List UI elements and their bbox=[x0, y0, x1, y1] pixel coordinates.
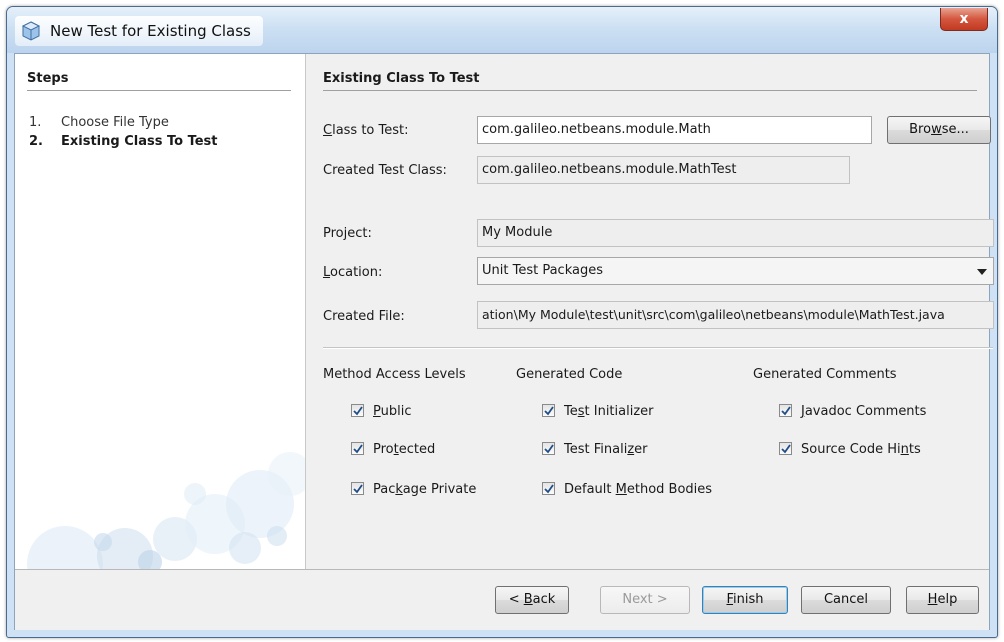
mnemonic: C bbox=[323, 123, 333, 138]
separator bbox=[323, 347, 993, 349]
finish-button[interactable]: Finish bbox=[702, 586, 788, 614]
mnemonic: n bbox=[900, 442, 909, 457]
checkbox-checked-icon[interactable] bbox=[351, 404, 364, 417]
section-header: Existing Class To Test bbox=[323, 71, 977, 91]
mnemonic: w bbox=[931, 122, 942, 137]
step-item-choose-file-type: 1. Choose File Type bbox=[29, 115, 169, 130]
title-bar[interactable]: New Test for Existing Class x bbox=[7, 7, 997, 53]
class-to-test-input[interactable]: com.galileo.netbeans.module.Math bbox=[477, 116, 872, 144]
source-code-hints-checkbox[interactable]: Source Code Hints bbox=[779, 442, 921, 457]
dialog-window: New Test for Existing Class x Steps 1. Ch… bbox=[6, 6, 998, 638]
location-label: Location: bbox=[323, 265, 382, 280]
browse-button[interactable]: Browse... bbox=[887, 116, 991, 144]
netbeans-cube-icon bbox=[21, 21, 41, 41]
checkbox-label: Pro bbox=[373, 442, 394, 457]
checkbox-checked-icon[interactable] bbox=[779, 404, 792, 417]
close-button[interactable]: x bbox=[940, 8, 988, 31]
javadoc-comments-checkbox[interactable]: Javadoc Comments bbox=[779, 404, 926, 419]
checkbox-checked-icon[interactable] bbox=[351, 442, 364, 455]
checkbox-checked-icon[interactable] bbox=[779, 442, 792, 455]
cancel-button[interactable]: Cancel bbox=[801, 586, 891, 614]
checkbox-checked-icon[interactable] bbox=[542, 442, 555, 455]
mnemonic: k bbox=[395, 482, 403, 497]
checkbox-label: t Initializer bbox=[584, 404, 654, 419]
created-test-class-field: com.galileo.netbeans.module.MathTest bbox=[477, 156, 850, 184]
checkbox-label: ethod Bodies bbox=[626, 482, 713, 497]
mnemonic: P bbox=[373, 404, 381, 419]
checkbox-checked-icon[interactable] bbox=[542, 404, 555, 417]
next-button[interactable]: Next > bbox=[600, 586, 690, 614]
checkbox-label: ublic bbox=[380, 404, 412, 419]
checkbox-checked-icon[interactable] bbox=[542, 482, 555, 495]
generated-code-title: Generated Code bbox=[516, 367, 623, 382]
step-number: 2. bbox=[29, 134, 43, 149]
mnemonic: s bbox=[577, 404, 585, 419]
checkbox-label: Test Finali bbox=[564, 442, 628, 457]
button-text: inish bbox=[733, 592, 764, 607]
back-button[interactable]: < Back bbox=[495, 586, 569, 614]
location-selected-value: Unit Test Packages bbox=[482, 263, 603, 278]
button-text: Bro bbox=[909, 122, 932, 137]
test-initializer-checkbox[interactable]: Test Initializer bbox=[542, 404, 654, 419]
mnemonic: B bbox=[523, 592, 533, 607]
public-checkbox[interactable]: Public bbox=[351, 404, 412, 419]
mnemonic: H bbox=[927, 592, 938, 607]
main-panel: Existing Class To Test Class to Test: co… bbox=[312, 54, 994, 569]
project-field: My Module bbox=[477, 219, 994, 247]
step-label: Choose File Type bbox=[61, 115, 169, 130]
window-title: New Test for Existing Class bbox=[50, 22, 251, 40]
dialog-body: Steps 1. Choose File Type 2. Existing Clas… bbox=[14, 53, 994, 630]
label-text: lass to Test: bbox=[332, 123, 409, 138]
checkbox-checked-icon[interactable] bbox=[351, 482, 364, 495]
steps-header: Steps bbox=[27, 71, 291, 91]
checkbox-label: Default bbox=[564, 482, 616, 497]
mnemonic: L bbox=[323, 265, 331, 280]
protected-checkbox[interactable]: Protected bbox=[351, 442, 435, 457]
step-item-existing-class: 2. Existing Class To Test bbox=[29, 134, 218, 149]
default-method-bodies-checkbox[interactable]: Default Method Bodies bbox=[542, 482, 712, 497]
steps-panel: Steps 1. Choose File Type 2. Existing Clas… bbox=[15, 54, 306, 569]
checkbox-label: ts bbox=[908, 442, 921, 457]
checkbox-label: avadoc Comments bbox=[804, 404, 927, 419]
button-text: elp bbox=[937, 592, 958, 607]
button-text: se... bbox=[941, 122, 969, 137]
decorative-bubbles bbox=[27, 452, 305, 569]
close-icon: x bbox=[959, 11, 969, 27]
checkbox-label: Pac bbox=[373, 482, 396, 497]
button-bar: < Back Next > Finish Cancel Help bbox=[15, 569, 989, 630]
help-button[interactable]: Help bbox=[906, 586, 979, 614]
project-label: Project: bbox=[323, 226, 372, 241]
package-private-checkbox[interactable]: Package Private bbox=[351, 482, 476, 497]
step-label: Existing Class To Test bbox=[61, 134, 218, 149]
button-text: < bbox=[508, 592, 524, 607]
created-file-field: ation\My Module\test\unit\src\com\galile… bbox=[477, 301, 994, 329]
checkbox-label: ected bbox=[398, 442, 436, 457]
label-text: ocation: bbox=[330, 265, 383, 280]
method-access-levels-title: Method Access Levels bbox=[323, 367, 466, 382]
created-test-class-label: Created Test Class: bbox=[323, 163, 447, 178]
generated-comments-title: Generated Comments bbox=[753, 367, 897, 382]
button-text: ack bbox=[532, 592, 556, 607]
test-finalizer-checkbox[interactable]: Test Finalizer bbox=[542, 442, 647, 457]
checkbox-label: er bbox=[634, 442, 648, 457]
checkbox-label: Source Code Hi bbox=[801, 442, 901, 457]
checkbox-label: age Private bbox=[402, 482, 477, 497]
dropdown-arrow-icon[interactable] bbox=[977, 269, 987, 275]
checkbox-label: Te bbox=[564, 404, 578, 419]
step-number: 1. bbox=[29, 115, 42, 130]
created-file-label: Created File: bbox=[323, 309, 405, 324]
class-to-test-label: Class to Test: bbox=[323, 123, 409, 138]
location-select[interactable]: Unit Test Packages bbox=[477, 257, 994, 285]
mnemonic: M bbox=[615, 482, 627, 497]
